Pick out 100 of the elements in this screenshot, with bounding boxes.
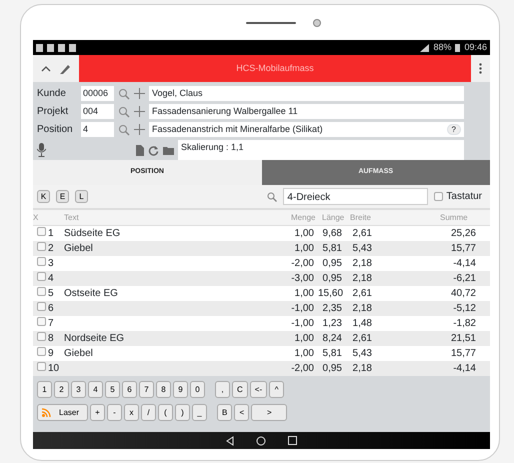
table-cell-text: 0,95 [322,257,343,271]
row-number: 5 [48,287,55,301]
table-cell-text: -2,00 [290,362,315,376]
key-button[interactable]: <- [250,381,268,398]
row-checkbox[interactable] [37,242,46,251]
key-button[interactable]: + [90,404,106,421]
key-button[interactable]: 0 [190,381,205,398]
key-button[interactable]: B [217,404,232,421]
checkbox-label: Tastatur [446,190,482,204]
key-button[interactable]: 4 [88,381,103,398]
field-label: Position [37,123,74,137]
add-icon[interactable] [134,106,145,117]
key-button[interactable]: / [141,404,156,421]
row-number: 2 [48,242,55,256]
letter-button[interactable]: E [56,190,69,203]
row-checkbox[interactable] [37,347,46,356]
key-button[interactable]: - [107,404,122,421]
add-icon[interactable] [134,88,145,99]
row-number: 8 [48,332,55,346]
folder-icon[interactable] [163,146,174,154]
search-icon[interactable] [118,88,130,100]
table-cell-text: 1,00 [294,332,315,346]
table-cell-text: 5,81 [322,347,343,361]
row-checkbox[interactable] [37,257,46,266]
key-button[interactable]: , [215,381,230,398]
code-field[interactable]: 4 [81,122,114,137]
add-icon[interactable] [134,124,145,135]
table-cell-text: Ostseite EG [64,287,119,301]
key-button[interactable]: 1 [37,381,52,398]
key-button[interactable]: 5 [105,381,120,398]
row-number: 6 [48,302,55,316]
search-icon[interactable] [118,124,130,136]
table-cell-text: 25,26 [450,227,476,241]
column-header: X [33,212,40,224]
table-cell-text: 2,61 [352,287,373,301]
key-button[interactable]: x [124,404,140,421]
checkbox[interactable] [434,192,444,201]
table-cell-text: 5,81 [322,242,343,256]
row-checkbox[interactable] [37,227,46,236]
battery-level: 88% [433,40,452,54]
recent-apps-icon[interactable] [288,436,297,445]
row-checkbox[interactable] [37,302,46,311]
key-button[interactable]: 2 [54,381,69,398]
table-cell-text: 1,00 [294,242,315,256]
column-header: Breite [349,212,372,224]
key-button[interactable]: 9 [173,381,188,398]
row-checkbox[interactable] [37,362,46,371]
table-cell-text: 40,72 [450,287,476,301]
key-button[interactable]: 3 [71,381,86,398]
key-button[interactable]: 8 [156,381,171,398]
document-icon[interactable] [136,144,144,156]
microphone-icon[interactable] [37,143,46,157]
key-button[interactable]: > [251,404,288,421]
row-checkbox[interactable] [37,287,46,296]
table-cell-text: 15,60 [318,287,344,301]
text-field[interactable]: Vogel, Claus [149,86,464,101]
field-value: Fassadensanierung Walbergallee 11 [152,104,298,118]
search-icon[interactable] [267,192,278,202]
table-cell-text: -5,12 [452,302,476,316]
row-checkbox[interactable] [37,272,46,281]
table-cell-text: -1,00 [290,302,315,316]
row-checkbox[interactable] [37,332,46,341]
text-field[interactable]: Fassadensanierung Walbergallee 11 [149,104,464,119]
letter-button[interactable]: K [37,190,50,203]
menu-icon[interactable] [479,63,482,74]
row-checkbox[interactable] [37,317,46,326]
key-button[interactable]: 6 [122,381,137,398]
key-button[interactable]: ( [158,404,174,421]
table-cell-text: -4,14 [452,362,476,376]
search-field[interactable]: 4-Dreieck [283,188,428,205]
table-cell-text: -6,21 [452,272,476,286]
search-icon[interactable] [118,106,130,118]
app-title: HCS-Mobilaufmass [79,55,471,82]
table-cell-text: 15,77 [450,242,476,256]
key-button[interactable]: ) [175,404,190,421]
collapse-icon[interactable] [41,65,51,72]
code-field[interactable]: 004 [81,104,114,119]
table-cell-text: 0,95 [322,272,343,286]
refresh-icon[interactable] [148,144,159,156]
key-button[interactable]: ^ [269,381,284,398]
home-icon[interactable] [256,436,266,446]
pencil-icon[interactable] [59,62,71,74]
key-button[interactable]: < [234,404,250,421]
back-icon[interactable] [226,436,234,446]
row-number: 7 [48,317,55,331]
field-label: Projekt [37,105,70,119]
text-field[interactable]: Fassadenanstrich mit Mineralfarbe (Silikat) ? [149,122,464,137]
help-button[interactable]: ? [446,124,461,135]
key-button[interactable]: 7 [139,381,154,398]
table-cell-text: 1,00 [294,347,315,361]
letter-button[interactable]: L [75,190,88,203]
key-button[interactable]: _ [192,404,208,421]
row-number: 9 [48,347,55,361]
signal-icon [420,44,430,52]
table-cell-text: -1,00 [290,317,315,331]
code-field[interactable]: 00006 [81,86,114,101]
table-cell-text: Südseite EG [64,227,122,241]
laser-button[interactable]: Laser [37,404,88,421]
key-button[interactable]: C [232,381,248,398]
table-cell-text: Nordseite EG [64,332,126,346]
